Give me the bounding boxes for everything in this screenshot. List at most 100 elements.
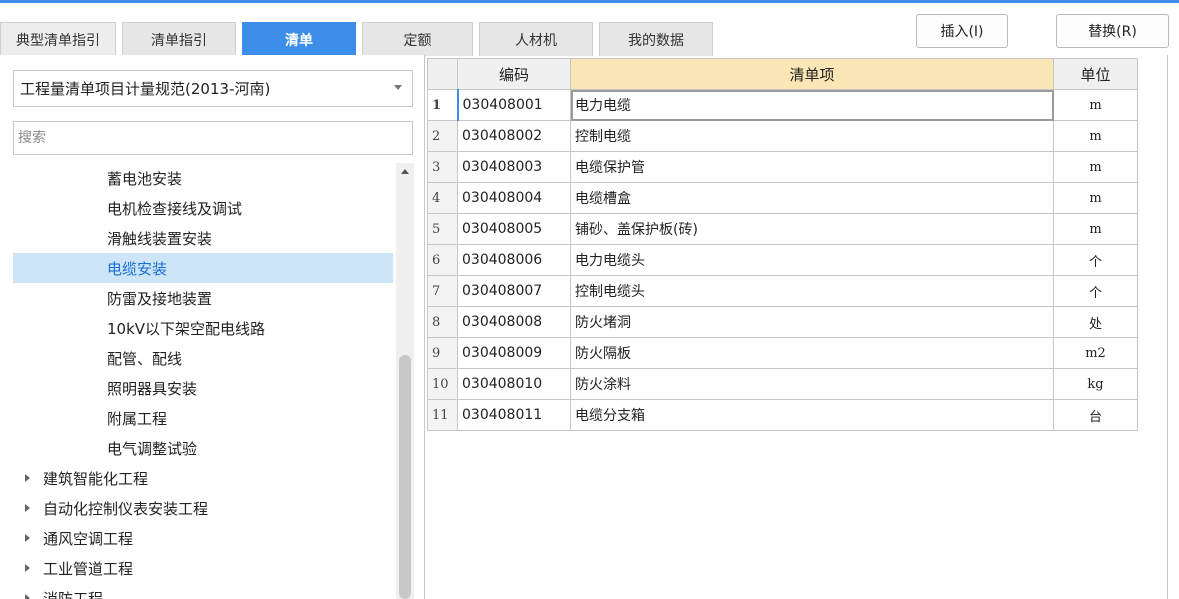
spec-select[interactable]: 工程量清单项目计量规范(2013-河南) [13, 70, 413, 107]
item-cell[interactable]: 电力电缆 [570, 89, 1054, 121]
unit-cell[interactable]: m [1053, 89, 1138, 121]
column-header-code[interactable]: 编码 [457, 58, 571, 90]
table-row[interactable]: 9 030408009 防火隔板 m2 [427, 337, 1138, 369]
code-cell[interactable]: 030408004 [457, 182, 571, 214]
expand-arrow-icon[interactable] [25, 594, 30, 599]
tree-item[interactable]: 配管、配线 [13, 343, 393, 373]
tree-item[interactable]: 附属工程 [13, 403, 393, 433]
unit-cell[interactable]: kg [1053, 368, 1138, 400]
tree-node-expandable[interactable]: 建筑智能化工程 [13, 463, 393, 493]
row-number: 1 [427, 89, 458, 121]
tab-quota[interactable]: 定额 [362, 22, 473, 56]
item-cell[interactable]: 防火涂料 [570, 368, 1054, 400]
tab-labor-material-machine[interactable]: 人材机 [479, 22, 593, 56]
spec-select-value: 工程量清单项目计量规范(2013-河南) [20, 80, 271, 98]
unit-cell[interactable]: m2 [1053, 337, 1138, 369]
expand-arrow-icon[interactable] [25, 504, 30, 512]
table-row[interactable]: 2 030408002 控制电缆 m [427, 120, 1138, 152]
unit-cell[interactable]: 个 [1053, 244, 1138, 276]
tree-item-label: 防雷及接地装置 [107, 289, 213, 308]
tree-item-label: 消防工程 [43, 589, 104, 599]
item-cell[interactable]: 控制电缆头 [570, 275, 1054, 307]
tree-item[interactable]: 电机检查接线及调试 [13, 193, 393, 223]
item-cell[interactable]: 防火隔板 [570, 337, 1054, 369]
code-cell[interactable]: 030408006 [457, 244, 571, 276]
insert-button[interactable]: 插入(I) [916, 14, 1008, 48]
left-panel: 工程量清单项目计量规范(2013-河南) 蓄电池安装 电机检查接线及调试 滑触线… [0, 55, 424, 599]
item-cell[interactable]: 防火堵洞 [570, 306, 1054, 338]
unit-cell[interactable]: m [1053, 151, 1138, 183]
table-row[interactable]: 4 030408004 电缆槽盒 m [427, 182, 1138, 214]
tree-node-expandable[interactable]: 消防工程 [13, 583, 393, 599]
item-cell[interactable]: 铺砂、盖保护板(砖) [570, 213, 1054, 245]
item-cell[interactable]: 电缆槽盒 [570, 182, 1054, 214]
table-row[interactable]: 8 030408008 防火堵洞 处 [427, 306, 1138, 338]
row-number: 8 [427, 306, 458, 338]
tree-item-label: 配管、配线 [107, 349, 183, 368]
unit-cell[interactable]: 处 [1053, 306, 1138, 338]
item-cell[interactable]: 电缆分支箱 [570, 399, 1054, 431]
table-row[interactable]: 10 030408010 防火涂料 kg [427, 368, 1138, 400]
table-header-row: 编码 清单项 单位 [427, 58, 1138, 90]
tree-item[interactable]: 照明器具安装 [13, 373, 393, 403]
unit-cell[interactable]: 个 [1053, 275, 1138, 307]
tab-my-data[interactable]: 我的数据 [599, 22, 713, 56]
list-items-table: 编码 清单项 单位 1 030408001 电力电缆 m 2 030408002… [427, 58, 1138, 431]
tree-item[interactable]: 蓄电池安装 [13, 163, 393, 193]
table-row[interactable]: 6 030408006 电力电缆头 个 [427, 244, 1138, 276]
scroll-up-arrow-icon[interactable] [401, 169, 409, 174]
item-cell[interactable]: 电缆保护管 [570, 151, 1054, 183]
table-row[interactable]: 1 030408001 电力电缆 m [427, 89, 1138, 121]
scrollbar-thumb[interactable] [399, 355, 411, 599]
row-number: 2 [427, 120, 458, 152]
unit-cell[interactable]: m [1053, 182, 1138, 214]
row-number: 5 [427, 213, 458, 245]
code-cell[interactable]: 030408003 [457, 151, 571, 183]
column-header-item[interactable]: 清单项 [570, 58, 1054, 90]
code-cell[interactable]: 030408002 [457, 120, 571, 152]
unit-cell[interactable]: 台 [1053, 399, 1138, 431]
code-cell[interactable]: 030408001 [456, 89, 571, 121]
tree-item[interactable]: 防雷及接地装置 [13, 283, 393, 313]
code-cell[interactable]: 030408011 [457, 399, 571, 431]
tree-item-selected[interactable]: 电缆安装 [13, 253, 393, 283]
item-cell[interactable]: 控制电缆 [570, 120, 1054, 152]
column-header-unit[interactable]: 单位 [1053, 58, 1138, 90]
code-cell[interactable]: 030408005 [457, 213, 571, 245]
tree-item-label: 通风空调工程 [43, 529, 134, 548]
expand-arrow-icon[interactable] [25, 564, 30, 572]
tab-list[interactable]: 清单 [242, 22, 356, 56]
expand-arrow-icon[interactable] [25, 534, 30, 542]
replace-button[interactable]: 替换(R) [1056, 14, 1169, 48]
tab-typical-list-guide[interactable]: 典型清单指引 [0, 22, 116, 56]
tree-scrollbar[interactable] [396, 163, 414, 599]
unit-cell[interactable]: m [1053, 213, 1138, 245]
code-cell[interactable]: 030408007 [457, 275, 571, 307]
table-row[interactable]: 7 030408007 控制电缆头 个 [427, 275, 1138, 307]
tab-list-guide[interactable]: 清单指引 [122, 22, 236, 56]
tree-node-expandable[interactable]: 工业管道工程 [13, 553, 393, 583]
tree-item-label: 电机检查接线及调试 [107, 199, 243, 218]
tree-node-expandable[interactable]: 自动化控制仪表安装工程 [13, 493, 393, 523]
tree-item[interactable]: 滑触线装置安装 [13, 223, 393, 253]
unit-cell[interactable]: m [1053, 120, 1138, 152]
expand-arrow-icon[interactable] [25, 474, 30, 482]
tree-item[interactable]: 电气调整试验 [13, 433, 393, 463]
tree-item-label: 建筑智能化工程 [43, 469, 149, 488]
table-row[interactable]: 11 030408011 电缆分支箱 台 [427, 399, 1138, 431]
tree-item-label: 滑触线装置安装 [107, 229, 213, 248]
tree-node-expandable[interactable]: 通风空调工程 [13, 523, 393, 553]
tree-item-label: 工业管道工程 [43, 559, 134, 578]
tree-item-label: 电缆安装 [107, 259, 168, 278]
item-cell[interactable]: 电力电缆头 [570, 244, 1054, 276]
tree-item[interactable]: 10kV以下架空配电线路 [13, 313, 393, 343]
row-number: 10 [427, 368, 458, 400]
code-cell[interactable]: 030408008 [457, 306, 571, 338]
table-row[interactable]: 3 030408003 电缆保护管 m [427, 151, 1138, 183]
table-row[interactable]: 5 030408005 铺砂、盖保护板(砖) m [427, 213, 1138, 245]
row-number: 4 [427, 182, 458, 214]
code-cell[interactable]: 030408010 [457, 368, 571, 400]
search-input[interactable] [13, 121, 413, 155]
code-cell[interactable]: 030408009 [457, 337, 571, 369]
row-number: 11 [427, 399, 458, 431]
